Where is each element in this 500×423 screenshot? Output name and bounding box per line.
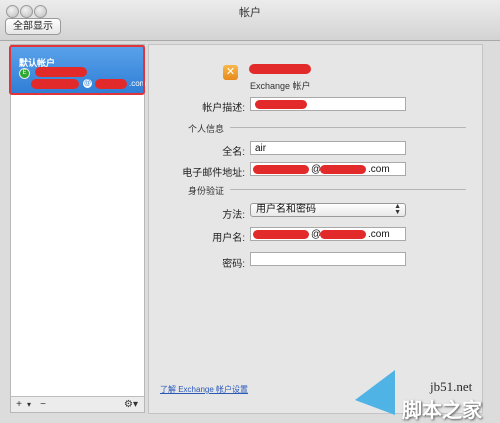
fullname-label: 全名: <box>222 147 245 158</box>
redacted-email-domain <box>320 165 366 174</box>
password-label: 密码: <box>222 259 245 270</box>
updown-arrows-icon: ▲ ▼ <box>394 203 401 216</box>
redacted-description <box>255 100 307 109</box>
method-label: 方法: <box>222 210 245 221</box>
password-field[interactable] <box>250 252 406 266</box>
section-authentication: 身份验证 <box>188 186 225 196</box>
gear-icon[interactable]: ⚙▾ <box>121 398 141 411</box>
divider <box>230 189 466 190</box>
fullname-field[interactable]: air <box>250 141 406 155</box>
section-personal-info: 个人信息 <box>188 124 225 134</box>
username-domain-suffix: .com <box>368 229 390 240</box>
window-title: 帐户 <box>239 7 261 19</box>
exchange-icon: ✕ <box>223 65 238 80</box>
remove-account-button[interactable]: − <box>37 398 49 411</box>
description-label: 帐户描述: <box>202 103 245 114</box>
title-bar: 帐户 全部显示 <box>0 0 500 41</box>
username-field[interactable]: @ .com <box>250 227 406 241</box>
method-value: 用户名和密码 <box>256 204 316 215</box>
sidebar-toolbar: + ▾ − ⚙▾ <box>10 396 145 413</box>
watermark-name: 脚本之家 <box>402 400 482 422</box>
redacted-username-domain <box>320 230 366 239</box>
divider <box>230 127 466 128</box>
description-field[interactable] <box>250 97 406 111</box>
redacted-username-user <box>253 230 309 239</box>
watermark-site: jb51.net <box>430 379 473 394</box>
email-field[interactable]: @ .com <box>250 162 406 176</box>
selection-highlight-frame <box>9 45 145 95</box>
account-sidebar: 默认帐户 E @ .com <box>10 44 146 398</box>
method-select[interactable]: 用户名和密码 ▲ ▼ <box>250 203 406 217</box>
redacted-account-header <box>249 64 311 74</box>
email-domain-suffix: .com <box>368 164 390 175</box>
watermark-shape <box>355 370 395 415</box>
account-type-label: Exchange 帐户 <box>250 81 311 91</box>
add-menu-chevron-icon[interactable]: ▾ <box>24 398 34 411</box>
show-all-button[interactable]: 全部显示 <box>5 18 61 35</box>
learn-more-link[interactable]: 了解 Exchange 帐户设置 <box>160 384 248 395</box>
redacted-email-user <box>253 165 309 174</box>
email-label: 电子邮件地址: <box>182 168 245 179</box>
username-label: 用户名: <box>212 233 245 244</box>
